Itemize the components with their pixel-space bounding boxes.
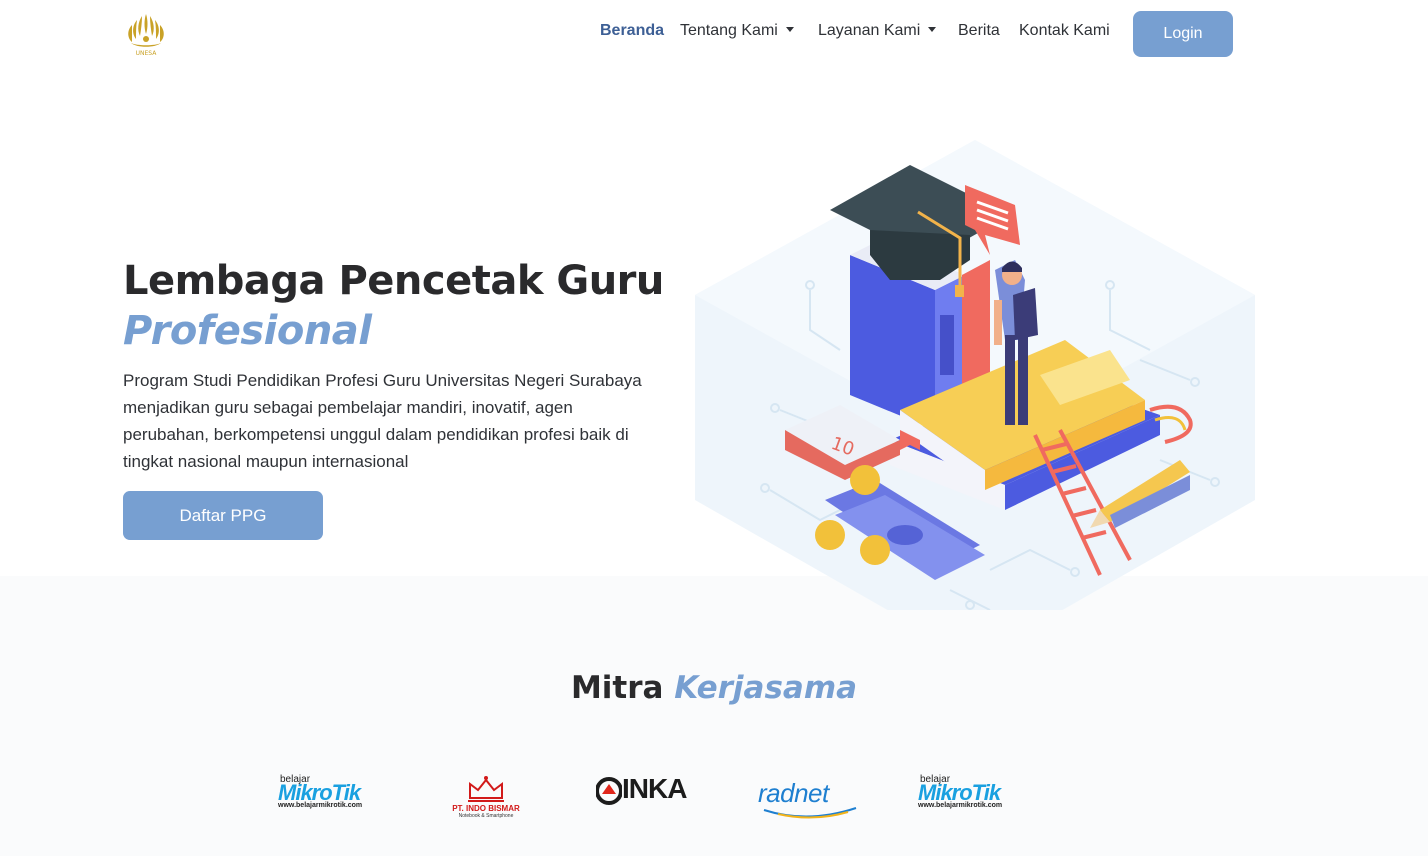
education-illustration-icon: 10 [695,140,1255,660]
navbar: UNESA Beranda Tentang Kami Layanan Kami … [0,0,1428,68]
partner-name: PT. INDO BISMAR [452,804,520,813]
partners-title-emphasis: Kerjasama [674,670,858,706]
nav-kontak-kami-label: Kontak Kami [1019,22,1110,39]
nav-berita[interactable]: Berita [958,22,1000,44]
nav-tentang-kami[interactable]: Tentang Kami [680,22,794,44]
hero-illustration: 10 [690,130,1260,660]
hero-description: Program Studi Pendidikan Profesi Guru Un… [123,371,642,471]
unesa-logo[interactable]: UNESA [123,10,169,60]
partner-name: INKA [622,773,687,804]
nav-tentang-kami-label: Tentang Kami [680,22,778,39]
logo-text: UNESA [135,50,157,57]
inka-logo [596,777,622,805]
partner-inka[interactable]: INKA [596,770,700,826]
nav-kontak-kami[interactable]: Kontak Kami [1019,22,1110,44]
hero-title: Lembaga Pencetak Guru [123,258,664,304]
partner-mikrotik-1[interactable]: belajar MikroTik www.belajarmikrotik.com [278,770,382,826]
partner-radnet[interactable]: radnet [758,770,862,826]
partner-url: www.belajarmikrotik.com [278,802,363,809]
nav-beranda[interactable]: Beranda [600,22,664,44]
partner-indo-bismar[interactable]: PT. INDO BISMAR Notebook & Smartphone [438,770,534,826]
nav-layanan-kami[interactable]: Layanan Kami [818,22,937,44]
nav-beranda-label: Beranda [600,22,665,39]
chevron-down-icon [785,27,794,32]
unesa-emblem-icon [128,14,164,47]
partner-url: www.belajarmikrotik.com [918,802,1003,809]
partners-title-main: Mitra [570,670,664,706]
hero-title-emphasis: Profesional [123,308,372,354]
partner-subtitle: Notebook & Smartphone [458,813,514,819]
chevron-down-icon [928,27,937,32]
nav-layanan-kami-label: Layanan Kami [818,22,921,39]
partners-section [0,576,1428,856]
login-button[interactable]: Login [1133,11,1233,57]
indo-bismar-logo [468,776,504,802]
partners-title: Mitra Kerjasama [0,670,1428,706]
radnet-logo [763,807,857,819]
nav-berita-label: Berita [958,22,1000,39]
daftar-ppg-button[interactable]: Daftar PPG [123,491,323,540]
partner-mikrotik-2[interactable]: belajar MikroTik www.belajarmikrotik.com [918,770,1022,826]
